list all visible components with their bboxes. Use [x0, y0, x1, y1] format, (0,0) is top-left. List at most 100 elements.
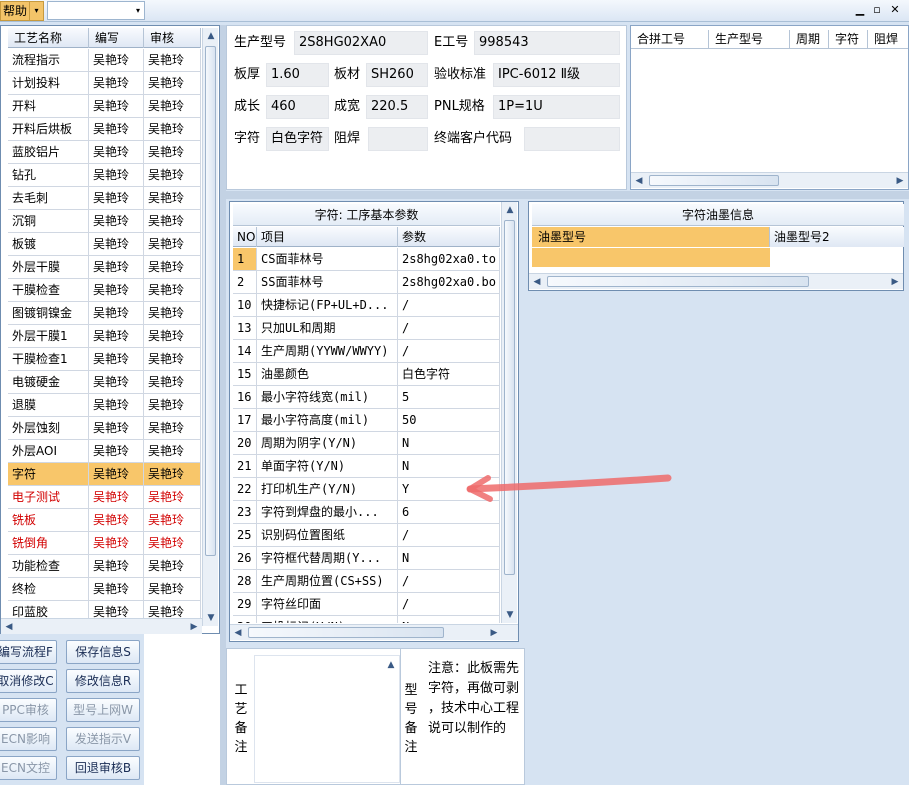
table-row[interactable]: 23 字符到焊盘的最小... 6: [233, 501, 500, 524]
minimize-icon[interactable]: ▁: [853, 3, 867, 16]
col-ink-model[interactable]: 油墨型号: [532, 227, 770, 247]
scroll-left-icon[interactable]: ◀: [631, 173, 647, 189]
table-row[interactable]: 16 最小字符线宽(mil) 5: [233, 386, 500, 409]
param-vscroll[interactable]: ▲ ▼: [501, 202, 517, 623]
ecn-text-button[interactable]: ECN文控: [0, 756, 57, 780]
scroll-right-icon[interactable]: ▶: [887, 274, 903, 290]
table-row[interactable]: 10 快捷标记(FP+UL+D... /: [233, 294, 500, 317]
table-row[interactable]: 15 油墨颜色 白色字符: [233, 363, 500, 386]
process-vscroll[interactable]: ▲ ▼: [202, 28, 218, 626]
table-row[interactable]: 外层干膜 吴艳玲 吴艳玲: [8, 256, 201, 279]
model-remark-text[interactable]: 注意：此板需先 字符，再做可剥 ，技术中心工程 说可以制作的: [424, 655, 524, 783]
eno-field[interactable]: 998543: [474, 31, 620, 55]
table-row[interactable]: 14 生产周期(YYWW/WWYY) /: [233, 340, 500, 363]
table-row[interactable]: 开料后烘板 吴艳玲 吴艳玲: [8, 118, 201, 141]
restore-icon[interactable]: ▫: [870, 3, 884, 16]
col-merge-cycle[interactable]: 周期: [790, 30, 829, 48]
table-row[interactable]: 流程指示 吴艳玲 吴艳玲: [8, 49, 201, 72]
scroll-right-icon[interactable]: ▶: [892, 173, 908, 189]
process-hscroll[interactable]: ◀ ▶: [1, 618, 202, 634]
table-row[interactable]: 1 CS面菲林号 2s8hg02xa0.to: [233, 248, 500, 271]
scroll-thumb[interactable]: [649, 175, 779, 186]
scroll-left-icon[interactable]: ◀: [230, 625, 246, 641]
help-dropdown-icon[interactable]: ▾: [30, 1, 44, 21]
horizontal-splitter[interactable]: [226, 191, 909, 199]
col-reviewer[interactable]: 审核: [144, 28, 201, 48]
save-info-button[interactable]: 保存信息S: [66, 640, 140, 664]
col-merge-mask[interactable]: 阻焊: [868, 30, 908, 48]
table-row[interactable]: 铣板 吴艳玲 吴艳玲: [8, 509, 201, 532]
scroll-up-icon[interactable]: ▲: [203, 28, 219, 44]
model-field[interactable]: 2S8HG02XA0: [294, 31, 428, 55]
edit-flow-button[interactable]: 编写流程F: [0, 640, 57, 664]
table-row[interactable]: 退膜 吴艳玲 吴艳玲: [8, 394, 201, 417]
cancel-edit-button[interactable]: 取消修改C: [0, 669, 57, 693]
width-field[interactable]: 220.5: [366, 95, 428, 119]
table-row[interactable]: 28 生产周期位置(CS+SS) /: [233, 570, 500, 593]
col-ink-model2[interactable]: 油墨型号2: [770, 227, 904, 247]
scroll-down-icon[interactable]: ▼: [502, 607, 518, 623]
table-row[interactable]: 外层干膜1 吴艳玲 吴艳玲: [8, 325, 201, 348]
table-row[interactable]: 终检 吴艳玲 吴艳玲: [8, 578, 201, 601]
col-writer[interactable]: 编写: [89, 28, 144, 48]
scroll-up-icon[interactable]: ▲: [385, 657, 397, 673]
table-row[interactable]: 干膜检查1 吴艳玲 吴艳玲: [8, 348, 201, 371]
col-merge-silk[interactable]: 字符: [829, 30, 868, 48]
table-row[interactable]: 蓝胶铝片 吴艳玲 吴艳玲: [8, 141, 201, 164]
col-merge-no[interactable]: 合拼工号: [631, 30, 709, 48]
table-row[interactable]: 开料 吴艳玲 吴艳玲: [8, 95, 201, 118]
scroll-left-icon[interactable]: ◀: [529, 274, 545, 290]
table-row[interactable]: 电镀硬金 吴艳玲 吴艳玲: [8, 371, 201, 394]
table-row[interactable]: 外层AOI 吴艳玲 吴艳玲: [8, 440, 201, 463]
table-row[interactable]: 30工投标记(Y/N)N: [233, 616, 500, 623]
send-instruction-button[interactable]: 发送指示V: [66, 727, 140, 751]
scroll-thumb[interactable]: [248, 627, 444, 638]
scroll-down-icon[interactable]: ▼: [203, 610, 219, 626]
scroll-thumb[interactable]: [547, 276, 809, 287]
process-remark-text[interactable]: [254, 655, 400, 783]
table-row[interactable]: 干膜检查 吴艳玲 吴艳玲: [8, 279, 201, 302]
table-row[interactable]: 电子测试 吴艳玲 吴艳玲: [8, 486, 201, 509]
scroll-left-icon[interactable]: ◀: [1, 619, 17, 635]
modify-info-button[interactable]: 修改信息R: [66, 669, 140, 693]
model-online-button[interactable]: 型号上网W: [66, 698, 140, 722]
toolbar-combo[interactable]: ▾: [47, 1, 145, 20]
table-row[interactable]: 2 SS面菲林号 2s8hg02xa0.bo: [233, 271, 500, 294]
scroll-thumb[interactable]: [205, 46, 216, 556]
ecn-impact-button[interactable]: ECN影响: [0, 727, 57, 751]
material-field[interactable]: SH260: [366, 63, 428, 87]
table-row[interactable]: 26 字符框代替周期(Y... N: [233, 547, 500, 570]
table-row[interactable]: 字符 吴艳玲 吴艳玲: [8, 463, 201, 486]
help-menu[interactable]: 帮助: [0, 1, 30, 21]
table-row[interactable]: 外层蚀刻 吴艳玲 吴艳玲: [8, 417, 201, 440]
table-row[interactable]: 板镀 吴艳玲 吴艳玲: [8, 233, 201, 256]
col-merge-model[interactable]: 生产型号: [709, 30, 790, 48]
scroll-thumb[interactable]: [504, 220, 515, 575]
length-field[interactable]: 460: [266, 95, 329, 119]
table-row[interactable]: 功能检查 吴艳玲 吴艳玲: [8, 555, 201, 578]
scroll-right-icon[interactable]: ▶: [186, 619, 202, 635]
silk-field[interactable]: 白色字符: [266, 127, 329, 151]
ink-selected-row[interactable]: [532, 248, 770, 267]
merge-hscroll[interactable]: ◀ ▶: [631, 172, 908, 188]
scroll-up-icon[interactable]: ▲: [502, 202, 518, 218]
table-row[interactable]: 29 字符丝印面 /: [233, 593, 500, 616]
table-row[interactable]: 13 只加UL和周期 /: [233, 317, 500, 340]
ink-hscroll[interactable]: ◀ ▶: [529, 273, 903, 289]
thickness-field[interactable]: 1.60: [266, 63, 329, 87]
table-row[interactable]: 钻孔 吴艳玲 吴艳玲: [8, 164, 201, 187]
table-row[interactable]: 图镀铜镍金 吴艳玲 吴艳玲: [8, 302, 201, 325]
table-row[interactable]: 铣倒角 吴艳玲 吴艳玲: [8, 532, 201, 555]
ppc-review-button[interactable]: PPC审核: [0, 698, 57, 722]
standard-field[interactable]: IPC-6012 Ⅱ级: [493, 63, 620, 87]
close-icon[interactable]: ✕: [888, 3, 902, 16]
table-row[interactable]: 沉铜 吴艳玲 吴艳玲: [8, 210, 201, 233]
table-row[interactable]: 去毛刺 吴艳玲 吴艳玲: [8, 187, 201, 210]
table-row[interactable]: 25 识别码位置图纸 /: [233, 524, 500, 547]
scroll-right-icon[interactable]: ▶: [486, 625, 502, 641]
table-row[interactable]: 计划投料 吴艳玲 吴艳玲: [8, 72, 201, 95]
return-review-button[interactable]: 回退审核B: [66, 756, 140, 780]
param-hscroll[interactable]: ◀ ▶: [230, 624, 518, 640]
col-process-name[interactable]: 工艺名称: [8, 28, 89, 48]
table-row[interactable]: 17 最小字符高度(mil) 50: [233, 409, 500, 432]
